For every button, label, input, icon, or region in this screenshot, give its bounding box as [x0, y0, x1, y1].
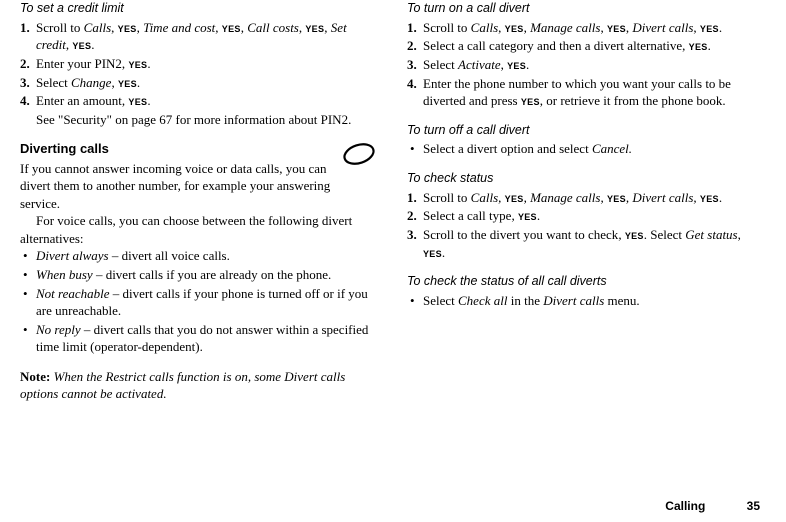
alt-not-reachable: Not reachable – divert calls if your pho… — [20, 285, 379, 320]
on-step-3: Select Activate, YES. — [407, 56, 766, 74]
heading-set-credit: To set a credit limit — [20, 0, 379, 17]
steps-turn-on: Scroll to Calls, YES, Manage calls, YES,… — [407, 19, 766, 110]
on-step-2: Select a call category and then a divert… — [407, 37, 766, 55]
heading-diverting-calls: Diverting calls — [20, 140, 379, 158]
check-step-1: Scroll to Calls, YES, Manage calls, YES,… — [407, 189, 766, 207]
restrict-note: Note: When the Restrict calls function i… — [20, 368, 379, 403]
footer-section: Calling — [665, 499, 705, 513]
heading-check-all: To check the status of all call diverts — [407, 273, 766, 290]
step-3: Select Change, YES. — [20, 74, 379, 92]
heading-check-status: To check status — [407, 170, 766, 187]
steps-check-status: Scroll to Calls, YES, Manage calls, YES,… — [407, 189, 766, 261]
alt-when-busy: When busy – divert calls if you are alre… — [20, 266, 379, 284]
check-all-list: Select Check all in the Divert calls men… — [407, 292, 766, 310]
on-step-1: Scroll to Calls, YES, Manage calls, YES,… — [407, 19, 766, 37]
check-step-2: Select a call type, YES. — [407, 207, 766, 225]
footer-page: 35 — [747, 499, 760, 513]
alt-divert-always: Divert always – divert all voice calls. — [20, 247, 379, 265]
divert-icon — [339, 140, 379, 170]
check-all-step: Select Check all in the Divert calls men… — [407, 292, 766, 310]
heading-turn-off-divert: To turn off a call divert — [407, 122, 766, 139]
divert-alternatives: Divert always – divert all voice calls. … — [20, 247, 379, 355]
step-2: Enter your PIN2, YES. — [20, 55, 379, 73]
divert-intro: If you cannot answer incoming voice or d… — [20, 160, 379, 213]
steps-credit-limit: Scroll to Calls, YES, Time and cost, YES… — [20, 19, 379, 110]
pin2-note: See "Security" on page 67 for more infor… — [20, 111, 379, 129]
on-step-4: Enter the phone number to which you want… — [407, 75, 766, 110]
step-4: Enter an amount, YES. — [20, 92, 379, 110]
turn-off-list: Select a divert option and select Cancel… — [407, 140, 766, 158]
heading-turn-on-divert: To turn on a call divert — [407, 0, 766, 17]
divert-alt-intro: For voice calls, you can choose between … — [20, 212, 379, 247]
alt-no-reply: No reply – divert calls that you do not … — [20, 321, 379, 356]
off-step: Select a divert option and select Cancel… — [407, 140, 766, 158]
check-step-3: Scroll to the divert you want to check, … — [407, 226, 766, 261]
step-1: Scroll to Calls, YES, Time and cost, YES… — [20, 19, 379, 54]
s1-text: Scroll to Calls, YES, Time and cost, YES… — [36, 20, 347, 53]
page-footer: Calling 35 — [665, 498, 760, 514]
